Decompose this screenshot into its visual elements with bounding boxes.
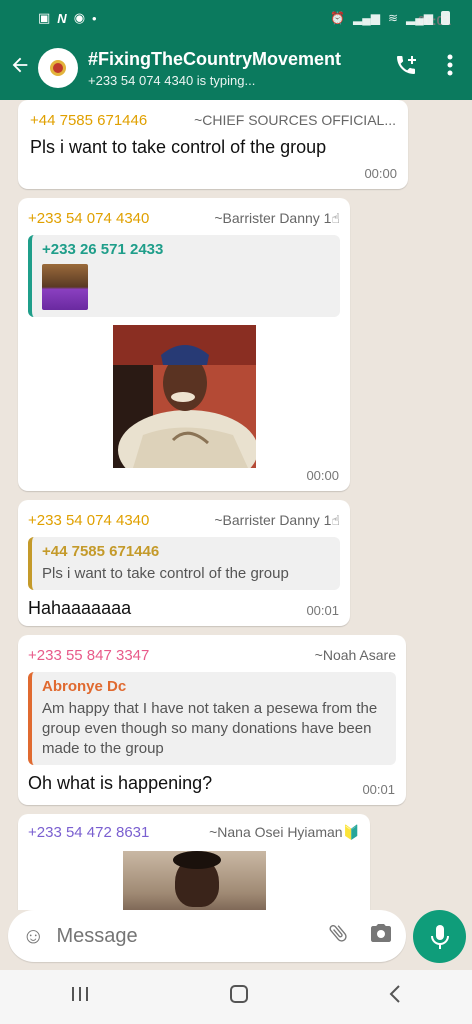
sender-alias: ~Barrister Danny 1☝ (214, 210, 340, 226)
message-image[interactable] (122, 851, 266, 910)
message-bubble[interactable]: +233 54 472 8631 ~Nana Osei Hyiaman🔰 (18, 814, 370, 910)
message-time: 00:00 (306, 468, 339, 483)
mic-button[interactable] (413, 910, 466, 963)
quoted-sender: +44 7585 671446 (42, 543, 160, 560)
attach-paperclip-icon[interactable] (327, 922, 349, 950)
message-input[interactable] (56, 924, 322, 948)
more-options-icon[interactable] (428, 54, 472, 82)
image-icon: ▣ (38, 10, 51, 25)
back-icon[interactable] (388, 984, 402, 1010)
message-image[interactable] (112, 325, 256, 468)
battery-icon (441, 11, 450, 25)
quoted-message[interactable]: Abronye Dc Am happy that I have not take… (28, 672, 396, 765)
status-bar: 00:01 ▣ N ◉ • ⏰ ▂▄▆ ≋ ▂▄▆ (0, 0, 472, 36)
mic-icon (430, 924, 449, 949)
sender-alias: ~Nana Osei Hyiaman🔰 (209, 824, 360, 840)
dot-icon: • (92, 10, 97, 26)
signal-icon: ▂▄▆ (353, 11, 380, 25)
add-call-icon[interactable] (384, 53, 428, 83)
quoted-message[interactable]: +233 26 571 2433 (28, 235, 340, 317)
alarm-icon: ⏰ (330, 11, 345, 25)
quoted-text: Am happy that I have not taken a pesewa … (42, 700, 378, 757)
n-icon: N (57, 10, 67, 26)
group-avatar[interactable] (38, 48, 78, 88)
sender-alias: ~Noah Asare (314, 647, 396, 663)
recents-icon[interactable] (70, 985, 90, 1009)
typing-status: +233 54 074 4340 is typing... (88, 72, 256, 88)
system-nav-bar (0, 970, 472, 1024)
chat-header: #FixingTheCountryMovement +233 54 074 43… (0, 36, 472, 100)
group-title: #FixingTheCountryMovement (88, 48, 342, 69)
message-composer: ☺ (8, 910, 406, 962)
sender-phone[interactable]: +233 55 847 3347 (28, 647, 149, 664)
message-time: 00:01 (306, 603, 339, 618)
quoted-sender: +233 26 571 2433 (42, 241, 164, 258)
quoted-thumbnail (42, 264, 88, 310)
back-arrow-icon[interactable] (4, 54, 36, 83)
signal-icon-2: ▂▄▆ (406, 11, 433, 25)
wifi-icon: ≋ (387, 11, 399, 25)
chat-info[interactable]: #FixingTheCountryMovement +233 54 074 43… (88, 49, 384, 88)
sender-phone[interactable]: +44 7585 671446 (30, 112, 147, 129)
sender-alias: ~CHIEF SOURCES OFFICIAL... (194, 112, 396, 128)
sender-phone[interactable]: +233 54 074 4340 (28, 210, 149, 227)
circle-icon: ◉ (73, 10, 86, 25)
sender-phone[interactable]: +233 54 074 4340 (28, 512, 149, 529)
chat-area[interactable]: +44 7585 671446 ~CHIEF SOURCES OFFICIAL.… (0, 100, 472, 910)
sender-alias: ~Barrister Danny 1☝ (214, 512, 340, 528)
message-bubble[interactable]: +233 55 847 3347 ~Noah Asare Abronye Dc … (18, 635, 406, 805)
message-text: Pls i want to take control of the group (30, 137, 327, 157)
composer-bar: ☺ (0, 910, 472, 966)
quoted-message[interactable]: +44 7585 671446 Pls i want to take contr… (28, 537, 340, 590)
message-time: 00:01 (362, 782, 395, 797)
message-text: Oh what is happening? (28, 773, 213, 793)
quoted-text: Pls i want to take control of the group (42, 565, 289, 582)
sender-phone[interactable]: +233 54 472 8631 (28, 824, 149, 841)
message-time: 00:00 (364, 166, 397, 181)
message-bubble[interactable]: +233 54 074 4340 ~Barrister Danny 1☝ +44… (18, 500, 350, 626)
message-bubble[interactable]: +44 7585 671446 ~CHIEF SOURCES OFFICIAL.… (18, 100, 408, 189)
emoji-icon[interactable]: ☺ (22, 923, 44, 949)
message-bubble[interactable]: +233 54 074 4340 ~Barrister Danny 1☝ +23… (18, 198, 350, 491)
home-icon[interactable] (229, 984, 249, 1010)
camera-icon[interactable] (369, 922, 393, 950)
quoted-sender: Abronye Dc (42, 678, 127, 695)
message-text: Hahaaaaaaa (28, 598, 132, 618)
